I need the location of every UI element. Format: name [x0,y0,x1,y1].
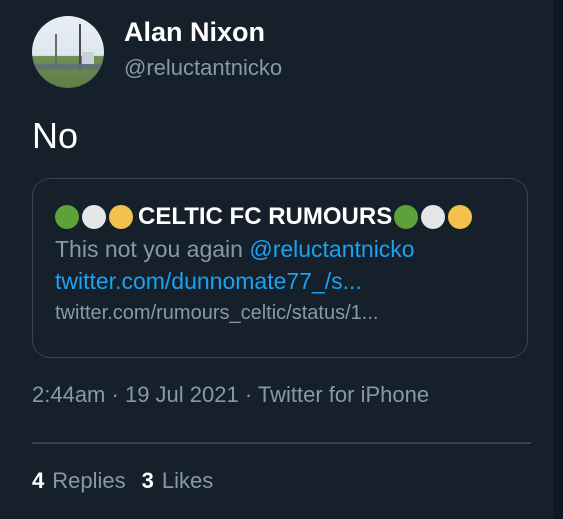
tweet-time: 2:44am [32,382,106,407]
white-circle-emoji [82,205,106,229]
green-circle-emoji [55,205,79,229]
author-handle[interactable]: @reluctantnicko [124,53,282,83]
avatar-sign [82,52,94,64]
likes-stat[interactable]: 3 Likes [142,466,214,496]
quoted-body-link[interactable]: twitter.com/dunnomate77_/s... [55,268,362,294]
likes-count: 3 [141,468,154,493]
tweet-header: Alan Nixon @reluctantnicko [32,16,282,88]
green-circle-emoji [394,205,419,229]
author-display-name[interactable]: Alan Nixon [124,15,282,49]
tweet-source[interactable]: Twitter for iPhone [258,382,429,407]
quoted-tweet-card[interactable]: CELTIC FC RUMOURS This not you again @re… [32,178,528,358]
quoted-tweet-content: CELTIC FC RUMOURS This not you again @re… [55,201,515,327]
quoted-mention-link[interactable]: @reluctantnicko [249,236,414,262]
quoted-tweet-body: This not you again @reluctantnicko [55,233,515,265]
quoted-tweet-title: CELTIC FC RUMOURS [55,201,515,233]
likes-label: Likes [161,468,214,493]
white-circle-emoji [421,205,446,229]
meta-separator: · [244,382,253,407]
quoted-tweet-url: twitter.com/rumours_celtic/status/1... [55,302,379,324]
quoted-title-text: CELTIC FC RUMOURS [138,203,393,230]
tweet-text: No [32,115,79,156]
tweet-date: 19 Jul 2021 [124,382,239,407]
divider [32,442,531,444]
avatar-floodlight-pole [79,24,81,69]
yellow-circle-emoji [109,205,133,229]
replies-label: Replies [52,468,126,493]
meta-separator: · [111,382,119,407]
avatar[interactable] [32,16,104,88]
quoted-tweet-link-line: twitter.com/dunnomate77_/s... [55,265,515,297]
tweet-meta: 2:44am · 19 Jul 2021 · Twitter for iPhon… [32,380,429,410]
quoted-body-text: This not you again [55,236,250,262]
replies-count: 4 [32,468,45,493]
avatar-fence [32,64,104,70]
author-names: Alan Nixon @reluctantnicko [124,15,282,83]
tweet-stats: 4 Replies 3 Likes [32,466,229,496]
screen-edge [553,0,563,519]
replies-stat[interactable]: 4 Replies [32,466,126,496]
yellow-circle-emoji [448,205,473,229]
